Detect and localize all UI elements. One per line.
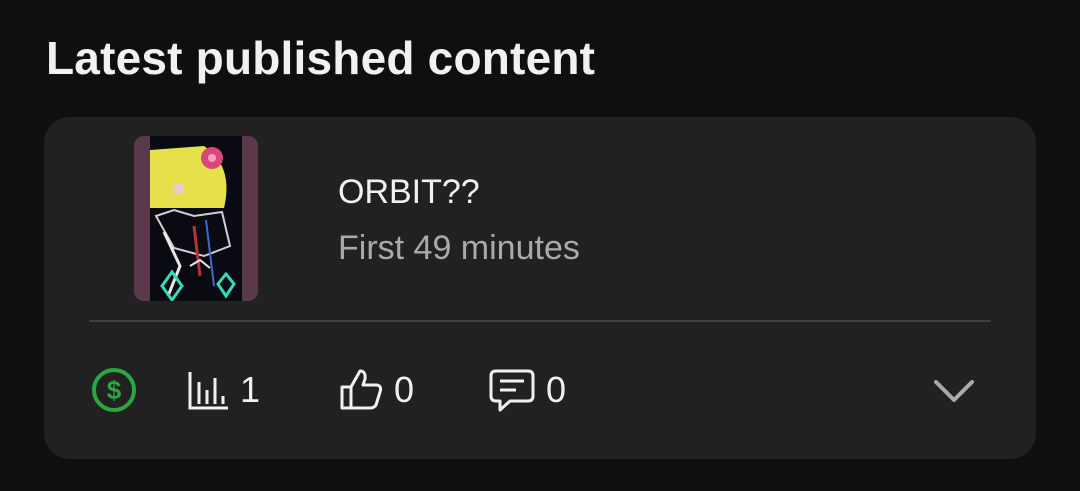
- comment-icon: [489, 369, 535, 412]
- video-thumbnail[interactable]: [134, 136, 258, 301]
- views-count: 1: [240, 369, 261, 410]
- video-card[interactable]: ORBIT?? First 49 minutes $ 1 0 0: [44, 117, 1036, 459]
- section-title: Latest published content: [46, 32, 596, 84]
- thumbnail-art-icon: [134, 136, 258, 301]
- expand-button[interactable]: [932, 373, 976, 409]
- stats-row: $ 1 0 0: [90, 365, 990, 415]
- video-title[interactable]: ORBIT??: [338, 173, 480, 212]
- svg-text:$: $: [107, 375, 122, 405]
- dollar-circle-icon: $: [92, 368, 136, 412]
- comments-stat[interactable]: 0: [488, 365, 566, 415]
- divider: [89, 320, 991, 322]
- chevron-down-icon: [934, 380, 974, 402]
- views-stat[interactable]: 1: [186, 365, 260, 415]
- comments-count: 0: [546, 369, 567, 410]
- thumbs-up-icon: [340, 369, 383, 410]
- video-subtitle: First 49 minutes: [338, 229, 580, 267]
- monetization-status[interactable]: $: [90, 365, 138, 415]
- likes-count: 0: [394, 369, 415, 410]
- bar-chart-icon: [188, 372, 228, 410]
- likes-stat[interactable]: 0: [338, 365, 414, 415]
